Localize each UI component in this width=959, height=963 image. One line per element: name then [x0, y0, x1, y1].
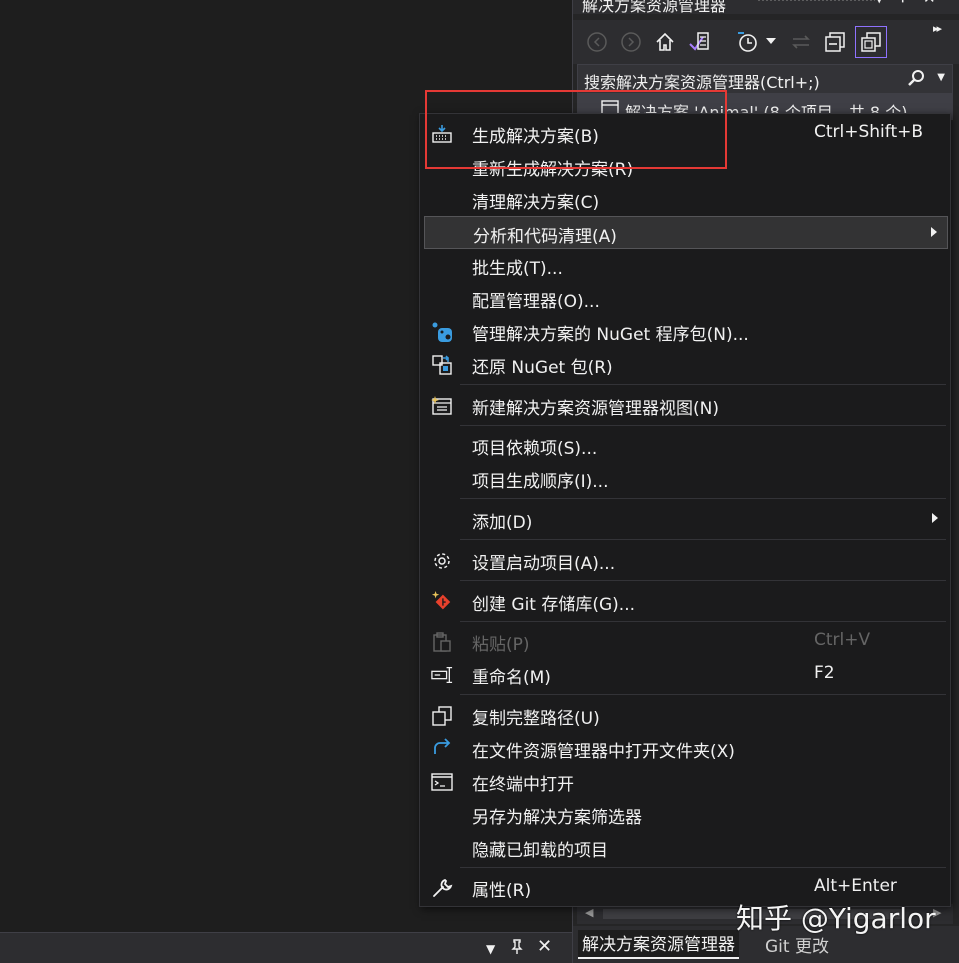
- drag-grip[interactable]: [757, 0, 875, 2]
- menu-item-restore-nuget-packages[interactable]: 还原 NuGet 包(R): [424, 348, 948, 381]
- menu-item-open-in-terminal[interactable]: 在终端中打开: [424, 765, 948, 798]
- menu-item-shortcut: Alt+Enter: [814, 876, 897, 896]
- solution-explorer-toolbar: ▸▸: [573, 20, 959, 64]
- menu-item-label: 粘贴(P): [472, 635, 530, 655]
- submenu-arrow-icon: [931, 227, 937, 237]
- dropdown-arrow-icon[interactable]: [763, 28, 779, 56]
- panel-title: 解决方案资源管理器: [582, 0, 727, 15]
- restore-package-icon: [431, 355, 453, 375]
- toolbar-overflow-icon[interactable]: ▸▸: [933, 22, 942, 35]
- nuget-icon: [431, 322, 453, 342]
- pin-icon[interactable]: [510, 939, 524, 959]
- window-position-dropdown-icon[interactable]: ▼: [486, 942, 495, 956]
- menu-item-label: 还原 NuGet 包(R): [472, 358, 613, 378]
- show-all-files-icon[interactable]: [855, 26, 887, 58]
- switch-views-icon[interactable]: [685, 28, 713, 56]
- new-view-icon: [431, 396, 453, 416]
- menu-item-label: 重新生成解决方案(R): [472, 160, 634, 180]
- menu-item-shortcut: Ctrl+Shift+B: [814, 122, 924, 142]
- window-position-dropdown-icon[interactable]: ▼: [875, 0, 883, 5]
- home-icon[interactable]: [651, 28, 679, 56]
- menu-item-shortcut: F2: [814, 663, 835, 683]
- menu-separator: [460, 498, 946, 499]
- menu-separator: [460, 867, 946, 868]
- menu-separator: [460, 621, 946, 622]
- menu-item-label: 批生成(T)...: [472, 259, 563, 279]
- menu-item-new-solution-explorer-view[interactable]: 新建解决方案资源管理器视图(N): [424, 389, 948, 422]
- menu-separator: [460, 425, 946, 426]
- menu-item-paste[interactable]: 粘贴(P) Ctrl+V: [424, 625, 948, 658]
- rename-icon: [431, 665, 453, 685]
- menu-item-manage-nuget-packages[interactable]: 管理解决方案的 NuGet 程序包(N)...: [424, 315, 948, 348]
- menu-item-analyze-and-code-cleanup[interactable]: 分析和代码清理(A): [424, 216, 948, 249]
- submenu-arrow-icon: [932, 513, 938, 523]
- scroll-left-icon[interactable]: ◀: [585, 906, 593, 919]
- watermark: 知乎 @Yigarlor: [736, 902, 936, 935]
- menu-item-rebuild-solution[interactable]: 重新生成解决方案(R): [424, 150, 948, 183]
- menu-item-label: 创建 Git 存储库(G)...: [472, 595, 636, 615]
- menu-item-hide-unloaded-projects[interactable]: 隐藏已卸载的项目: [424, 831, 948, 864]
- back-icon[interactable]: [583, 28, 611, 56]
- open-folder-icon: [431, 738, 453, 759]
- menu-item-batch-build[interactable]: 批生成(T)...: [424, 249, 948, 282]
- collapse-all-icon[interactable]: [821, 28, 849, 56]
- menu-item-label: 重命名(M): [472, 668, 551, 688]
- tab-solution-explorer[interactable]: 解决方案资源管理器: [578, 930, 739, 959]
- menu-separator: [460, 580, 946, 581]
- terminal-icon: [431, 772, 453, 792]
- menu-item-label: 添加(D): [472, 513, 533, 533]
- bottom-panel-header: ▼ ✕: [0, 932, 572, 963]
- solution-explorer-search-input[interactable]: 搜索解决方案资源管理器(Ctrl+;) ▼: [577, 64, 953, 94]
- menu-item-label: 管理解决方案的 NuGet 程序包(N)...: [472, 325, 749, 345]
- menu-item-label: 项目生成顺序(I)...: [472, 472, 609, 492]
- menu-item-label: 新建解决方案资源管理器视图(N): [472, 399, 719, 419]
- menu-item-open-folder-in-explorer[interactable]: 在文件资源管理器中打开文件夹(X): [424, 732, 948, 765]
- gear-icon: [431, 551, 453, 571]
- menu-item-label: 另存为解决方案筛选器: [472, 808, 642, 828]
- menu-separator: [460, 694, 946, 695]
- menu-item-label: 隐藏已卸载的项目: [472, 841, 608, 861]
- close-icon[interactable]: ✕: [923, 0, 936, 7]
- search-options-dropdown-icon[interactable]: ▼: [937, 72, 945, 83]
- sync-with-active-document-icon[interactable]: [787, 28, 815, 56]
- menu-separator: [460, 539, 946, 540]
- menu-item-rename[interactable]: 重命名(M) F2: [424, 658, 948, 691]
- menu-item-label: 分析和代码清理(A): [473, 227, 617, 247]
- menu-item-configuration-manager[interactable]: 配置管理器(O)...: [424, 282, 948, 315]
- menu-item-label: 项目依赖项(S)...: [472, 439, 598, 459]
- menu-item-shortcut: Ctrl+V: [814, 630, 871, 650]
- menu-item-label: 设置启动项目(A)...: [472, 554, 616, 574]
- pin-icon[interactable]: ᚐ: [899, 0, 906, 7]
- build-icon: [431, 124, 453, 144]
- git-repo-icon: [431, 591, 453, 612]
- forward-icon[interactable]: [617, 28, 645, 56]
- menu-separator: [460, 384, 946, 385]
- search-placeholder: 搜索解决方案资源管理器(Ctrl+;): [584, 73, 820, 92]
- close-icon[interactable]: ✕: [537, 936, 552, 957]
- menu-item-label: 配置管理器(O)...: [472, 292, 600, 312]
- menu-item-set-startup-projects[interactable]: 设置启动项目(A)...: [424, 544, 948, 577]
- menu-item-create-git-repository[interactable]: 创建 Git 存储库(G)...: [424, 585, 948, 618]
- search-icon[interactable]: [906, 69, 926, 93]
- menu-item-add[interactable]: 添加(D): [424, 503, 948, 536]
- menu-item-clean-solution[interactable]: 清理解决方案(C): [424, 183, 948, 216]
- menu-item-label: 复制完整路径(U): [472, 709, 600, 729]
- menu-item-label: 清理解决方案(C): [472, 193, 600, 213]
- context-menu: 生成解决方案(B) Ctrl+Shift+B 重新生成解决方案(R) 清理解决方…: [419, 113, 951, 907]
- menu-item-copy-full-path[interactable]: 复制完整路径(U): [424, 699, 948, 732]
- solution-explorer-title-bar: 解决方案资源管理器 ▼ ᚐ ✕: [573, 0, 959, 15]
- paste-icon: [431, 632, 453, 652]
- pending-changes-filter-icon[interactable]: [733, 28, 761, 56]
- menu-item-build-solution[interactable]: 生成解决方案(B) Ctrl+Shift+B: [424, 117, 948, 150]
- menu-item-label: 生成解决方案(B): [472, 127, 599, 147]
- menu-item-save-as-solution-filter[interactable]: 另存为解决方案筛选器: [424, 798, 948, 831]
- menu-item-label: 在终端中打开: [472, 775, 574, 795]
- copy-path-icon: [431, 706, 453, 726]
- menu-item-project-dependencies[interactable]: 项目依赖项(S)...: [424, 429, 948, 462]
- menu-item-label: 属性(R): [472, 881, 532, 901]
- menu-item-label: 在文件资源管理器中打开文件夹(X): [472, 742, 735, 762]
- menu-item-project-build-order[interactable]: 项目生成顺序(I)...: [424, 462, 948, 495]
- wrench-icon: [431, 878, 453, 898]
